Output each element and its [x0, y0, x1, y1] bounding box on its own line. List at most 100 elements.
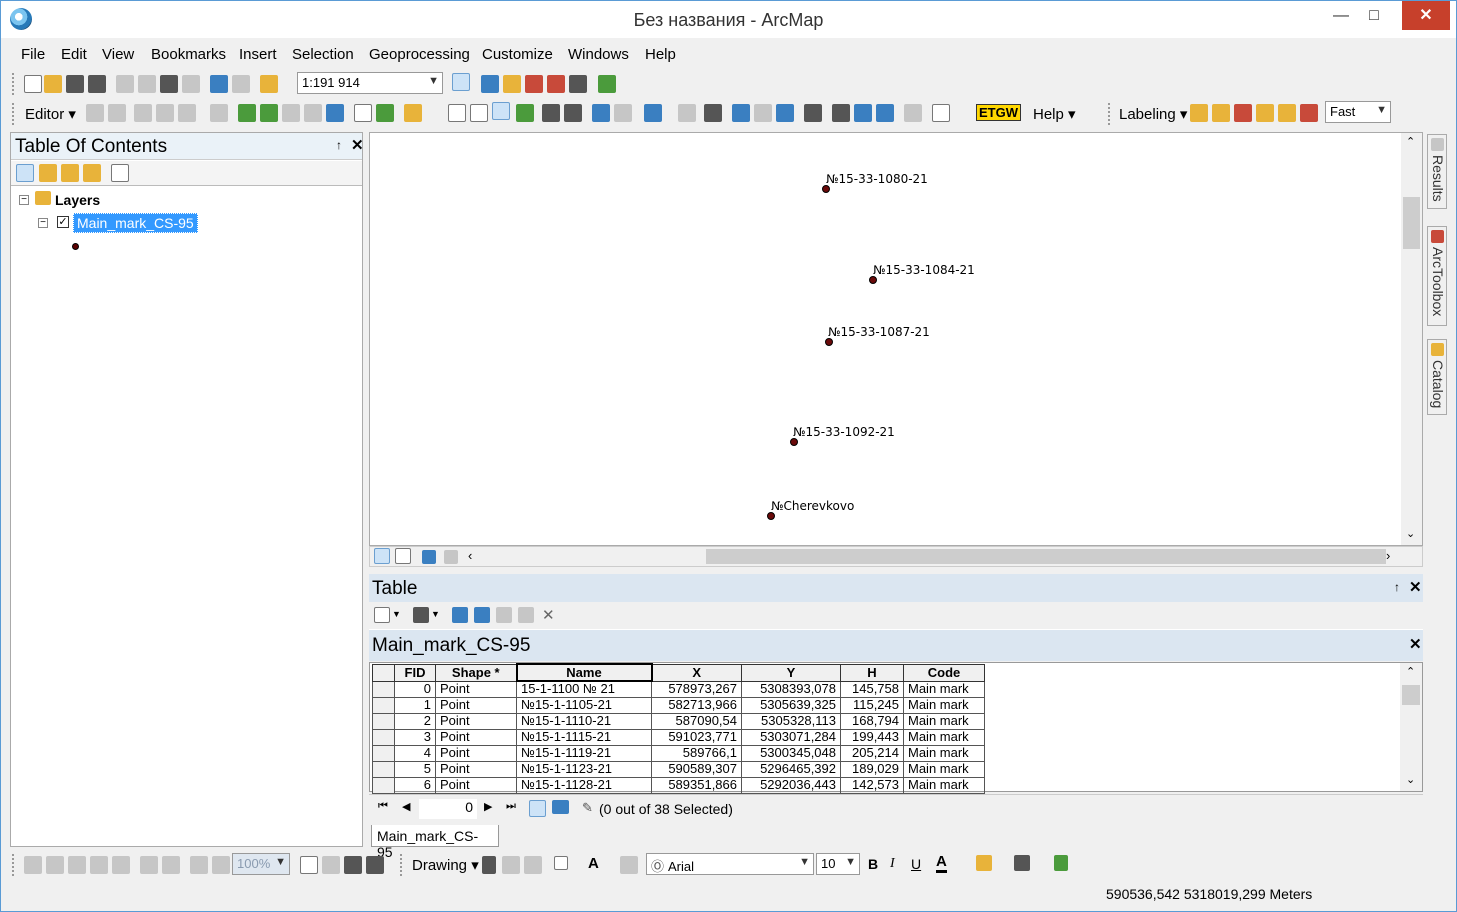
cell-h[interactable]: 168,794 [840, 712, 904, 730]
menu-customize[interactable]: Customize [482, 46, 553, 63]
editing-options-icon[interactable] [404, 104, 422, 122]
print-icon[interactable] [88, 75, 106, 93]
table-close-icon[interactable]: ✕ [1409, 578, 1422, 596]
cell-name[interactable]: №15-1-1115-21 [516, 728, 652, 746]
scroll-thumb[interactable] [1402, 685, 1420, 705]
cell-x[interactable]: 590589,307 [651, 760, 742, 778]
catalog-window-icon[interactable] [503, 75, 521, 93]
scroll-thumb[interactable] [1403, 197, 1420, 249]
add-data-icon[interactable] [260, 75, 278, 93]
underline-button[interactable]: U [911, 856, 921, 872]
map-point[interactable] [869, 276, 877, 284]
layout-view-icon[interactable] [395, 548, 411, 564]
find-binoculars-icon[interactable] [832, 104, 850, 122]
map-point[interactable] [790, 438, 798, 446]
font-size-combo[interactable]: 10 ▼ [816, 853, 860, 875]
current-record-input[interactable]: 0 [419, 799, 477, 819]
select-by-attributes-icon[interactable] [452, 607, 468, 623]
arctoolbox-dock-tab[interactable]: ArcToolbox [1427, 226, 1447, 326]
cell-h[interactable]: 199,443 [840, 728, 904, 746]
next-record-icon[interactable]: ▶ [484, 800, 492, 813]
new-document-icon[interactable] [24, 75, 42, 93]
help-menu[interactable]: Help ▾ [1033, 105, 1076, 123]
cut-polygons-icon[interactable] [260, 104, 278, 122]
model-builder-icon[interactable] [598, 75, 616, 93]
clear-selection-icon[interactable] [496, 607, 512, 623]
label-weight-icon[interactable] [1300, 104, 1318, 122]
maximize-button[interactable]: □ [1351, 1, 1397, 30]
cell-shape[interactable]: Point [435, 712, 517, 730]
switch-selection-icon[interactable] [474, 607, 490, 623]
table-row[interactable]: 0 Point 15-1-1100 № 21 578973,267 530839… [372, 680, 985, 698]
row-selector[interactable] [372, 728, 395, 746]
toolbar-grip[interactable] [1108, 103, 1112, 125]
show-all-records-icon[interactable] [529, 800, 546, 817]
map-point[interactable] [825, 338, 833, 346]
fixed-zoom-out-page-icon[interactable] [162, 856, 180, 874]
html-popup-icon[interactable] [776, 104, 794, 122]
zoom-to-selected-icon[interactable] [518, 607, 534, 623]
last-record-icon[interactable]: ⏭ [506, 800, 516, 813]
cell-name[interactable]: №15-1-1119-21 [516, 744, 652, 762]
search-window-icon[interactable] [525, 75, 543, 93]
row-selector-header[interactable] [372, 663, 395, 682]
cell-shape[interactable]: Point [435, 696, 517, 714]
cell-x[interactable]: 589351,866 [651, 776, 742, 794]
measure-icon[interactable] [804, 104, 822, 122]
cell-x[interactable]: 591023,771 [651, 728, 742, 746]
undo-icon[interactable] [210, 75, 228, 93]
table-row[interactable]: 1 Point №15-1-1105-21 582713,966 5305639… [372, 696, 985, 714]
table-row[interactable]: 3 Point №15-1-1115-21 591023,771 5303071… [372, 728, 985, 746]
cell-x[interactable]: 587090,54 [651, 712, 742, 730]
toolbar-grip[interactable] [12, 854, 16, 876]
table-options-icon[interactable] [374, 607, 390, 623]
view-unplaced-labels-icon[interactable] [1256, 104, 1274, 122]
cell-shape[interactable]: Point [435, 744, 517, 762]
table-layer-tab[interactable]: Main_mark_CS-95 [371, 825, 499, 860]
open-folder-icon[interactable] [44, 75, 62, 93]
cell-fid[interactable]: 5 [394, 760, 436, 778]
chevron-down-icon[interactable]: ▼ [392, 609, 401, 619]
create-viewer-window-icon[interactable] [932, 104, 950, 122]
column-header-h[interactable]: H [840, 663, 904, 682]
data-view-icon[interactable] [374, 548, 390, 564]
edit-vertices-icon[interactable] [210, 104, 228, 122]
go-back-extent-icon[interactable] [190, 856, 208, 874]
reshape-feature-icon[interactable] [238, 104, 256, 122]
collapse-layers-icon[interactable]: − [19, 195, 29, 205]
cell-code[interactable]: Main mark [903, 712, 985, 730]
label-quality-combo[interactable]: Fast ▼ [1325, 101, 1391, 123]
map-point[interactable] [767, 512, 775, 520]
catalog-dock-tab[interactable]: Catalog [1427, 339, 1447, 415]
cell-shape[interactable]: Point [435, 728, 517, 746]
related-tables-icon[interactable] [413, 607, 429, 623]
pin-icon[interactable]: ↑ [336, 138, 342, 152]
time-slider-icon[interactable] [904, 104, 922, 122]
cell-y[interactable]: 5300345,048 [741, 744, 841, 762]
pan-page-icon[interactable] [68, 856, 86, 874]
save-icon[interactable] [66, 75, 84, 93]
scroll-up-icon[interactable]: ⌃ [1406, 665, 1415, 678]
layer-symbol-point[interactable] [72, 243, 79, 250]
cell-h[interactable]: 115,245 [840, 696, 904, 714]
column-header-y[interactable]: Y [741, 663, 841, 682]
go-to-xy-icon[interactable] [876, 104, 894, 122]
table-row[interactable]: 6 Point №15-1-1128-21 589351,866 5292036… [372, 776, 985, 794]
pause-drawing-icon[interactable] [444, 550, 458, 564]
previous-record-icon[interactable]: ◀ [402, 800, 410, 813]
chevron-down-icon[interactable]: ▼ [431, 609, 440, 619]
cut-icon[interactable] [116, 75, 134, 93]
delete-selected-icon[interactable]: ✕ [542, 606, 555, 624]
zoom-out-icon[interactable] [470, 104, 488, 122]
layer-name-main-mark[interactable]: Main_mark_CS-95 [73, 213, 198, 233]
cell-code[interactable]: Main mark [903, 744, 985, 762]
collapse-layer-icon[interactable]: − [38, 218, 48, 228]
cell-code[interactable]: Main mark [903, 728, 985, 746]
scroll-thumb[interactable] [706, 549, 1386, 564]
show-selected-records-icon[interactable] [552, 800, 569, 814]
label-priority-icon[interactable] [1278, 104, 1296, 122]
label-manager-icon[interactable] [1190, 104, 1208, 122]
row-selector[interactable] [372, 712, 395, 730]
cell-h[interactable]: 142,573 [840, 776, 904, 794]
toggle-draft-mode-icon[interactable] [300, 856, 318, 874]
